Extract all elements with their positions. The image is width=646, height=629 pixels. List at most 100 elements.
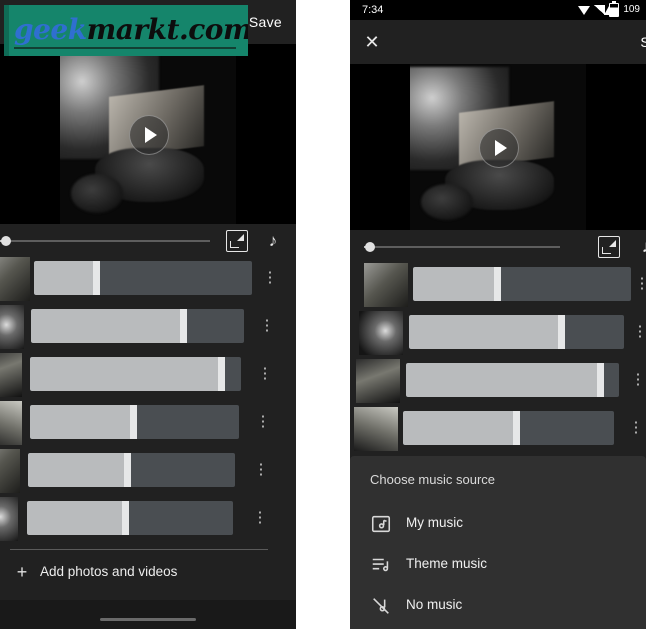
watermark-underline (14, 47, 236, 49)
table-row[interactable]: ⋮ (350, 405, 646, 453)
sheet-item-label: Theme music (406, 556, 488, 571)
clip-trim-bar[interactable] (406, 363, 619, 397)
left-clip-list: ⋮ ⋮ ⋮ ⋮ ⋮ ⋮ (0, 255, 296, 545)
sheet-item-no-music[interactable]: No music (350, 586, 646, 626)
clip-trim-handle[interactable] (130, 405, 137, 439)
add-photos-and-videos-button[interactable]: + Add photos and videos (0, 553, 296, 593)
battery-icon (609, 1, 620, 17)
clip-trim-handle[interactable] (180, 309, 187, 343)
status-icons: 109 (578, 0, 640, 20)
clip-trim-bar[interactable] (34, 261, 252, 295)
add-photos-label: Add photos and videos (40, 564, 178, 579)
video-thumbnail[interactable] (364, 263, 408, 307)
overflow-menu-icon[interactable]: ⋮ (627, 419, 645, 439)
table-row[interactable]: ⋮ (0, 255, 296, 303)
clip-trim-fill (34, 261, 100, 295)
screenshot-stage: ✕ Save ♪ (0, 0, 646, 629)
right-video-preview[interactable] (350, 64, 646, 230)
overflow-menu-icon[interactable]: ⋮ (258, 317, 276, 337)
video-thumbnail[interactable] (0, 449, 20, 493)
save-button[interactable]: Save (249, 0, 282, 44)
seek-bar[interactable] (0, 236, 210, 246)
crop-icon[interactable] (598, 236, 620, 258)
close-icon[interactable]: ✕ (360, 30, 384, 54)
clip-trim-bar[interactable] (409, 315, 624, 349)
wifi-icon (578, 5, 591, 15)
table-row[interactable]: ⋮ (0, 495, 296, 543)
save-button[interactable]: S (640, 20, 646, 64)
clip-trim-handle[interactable] (558, 315, 565, 349)
overflow-menu-icon[interactable]: ⋮ (261, 269, 279, 289)
overflow-menu-icon[interactable]: ⋮ (254, 413, 272, 433)
clip-trim-fill (409, 315, 565, 349)
video-thumbnail[interactable] (0, 401, 22, 445)
overflow-menu-icon[interactable]: ⋮ (633, 275, 646, 295)
table-row[interactable]: ⋮ (0, 351, 296, 399)
clip-trim-bar[interactable] (413, 267, 631, 301)
watermark-part-2: markt (86, 13, 180, 46)
video-thumbnail[interactable] (0, 353, 22, 397)
overflow-menu-icon[interactable]: ⋮ (252, 461, 270, 481)
frame-object-shadow (70, 173, 124, 214)
android-status-bar: 7:34 109 (350, 0, 646, 20)
clip-trim-bar[interactable] (31, 309, 244, 343)
play-icon[interactable] (479, 128, 519, 168)
clip-trim-fill (28, 453, 131, 487)
cellular-signal-icon (594, 5, 610, 15)
seek-bar[interactable] (364, 242, 560, 252)
sheet-item-label: No music (406, 597, 463, 612)
clip-trim-handle[interactable] (494, 267, 501, 301)
clip-trim-fill (406, 363, 604, 397)
right-phone-screen: 7:34 109 ✕ S ♪ ⋮ ⋮ ⋮ ⋮ Choose music sour… (350, 0, 646, 629)
crop-icon[interactable] (226, 230, 248, 252)
status-clock: 7:34 (362, 4, 384, 16)
clip-trim-bar[interactable] (30, 357, 241, 391)
right-app-topbar: ✕ S (350, 20, 646, 64)
clip-trim-handle[interactable] (93, 261, 100, 295)
table-row[interactable]: ⋮ (350, 309, 646, 357)
watermark-part-3: .com (178, 13, 248, 46)
seek-knob[interactable] (365, 242, 375, 252)
table-row[interactable]: ⋮ (0, 399, 296, 447)
clip-trim-bar[interactable] (27, 501, 233, 535)
clip-trim-fill (31, 309, 187, 343)
clip-trim-bar[interactable] (28, 453, 235, 487)
music-note-icon[interactable]: ♪ (262, 230, 284, 252)
clip-trim-bar[interactable] (403, 411, 614, 445)
navigation-pill (100, 618, 196, 621)
music-note-icon[interactable]: ♪ (635, 236, 646, 258)
video-thumbnail[interactable] (0, 305, 24, 349)
list-divider (10, 549, 268, 550)
sheet-item-my-music[interactable]: My music (350, 504, 646, 544)
overflow-menu-icon[interactable]: ⋮ (256, 365, 274, 385)
video-thumbnail[interactable] (354, 407, 398, 451)
video-thumbnail[interactable] (0, 497, 18, 541)
clip-trim-handle[interactable] (597, 363, 604, 397)
table-row[interactable]: ⋮ (0, 303, 296, 351)
table-row[interactable]: ⋮ (350, 357, 646, 405)
left-video-preview[interactable] (0, 44, 296, 224)
video-thumbnail[interactable] (0, 257, 30, 301)
sheet-item-theme-music[interactable]: Theme music (350, 545, 646, 585)
clip-trim-handle[interactable] (218, 357, 225, 391)
music-list-icon (370, 554, 392, 576)
watermark-text: geekmarkt.com (14, 13, 248, 46)
overflow-menu-icon[interactable]: ⋮ (251, 509, 269, 529)
right-tool-row: ♪ (350, 230, 646, 264)
clip-trim-bar[interactable] (30, 405, 239, 439)
video-thumbnail[interactable] (359, 311, 403, 355)
clip-trim-handle[interactable] (122, 501, 129, 535)
library-music-icon (370, 513, 392, 535)
overflow-menu-icon[interactable]: ⋮ (629, 371, 646, 391)
left-bottom-strip (0, 600, 296, 629)
video-thumbnail[interactable] (356, 359, 400, 403)
choose-music-source-sheet: Choose music source My music Theme music… (350, 456, 646, 629)
clip-trim-handle[interactable] (513, 411, 520, 445)
clip-trim-handle[interactable] (124, 453, 131, 487)
play-icon[interactable] (129, 115, 169, 155)
table-row[interactable]: ⋮ (0, 447, 296, 495)
overflow-menu-icon[interactable]: ⋮ (631, 323, 646, 343)
left-tool-row: ♪ (0, 224, 296, 258)
table-row[interactable]: ⋮ (350, 261, 646, 309)
seek-knob[interactable] (1, 236, 11, 246)
